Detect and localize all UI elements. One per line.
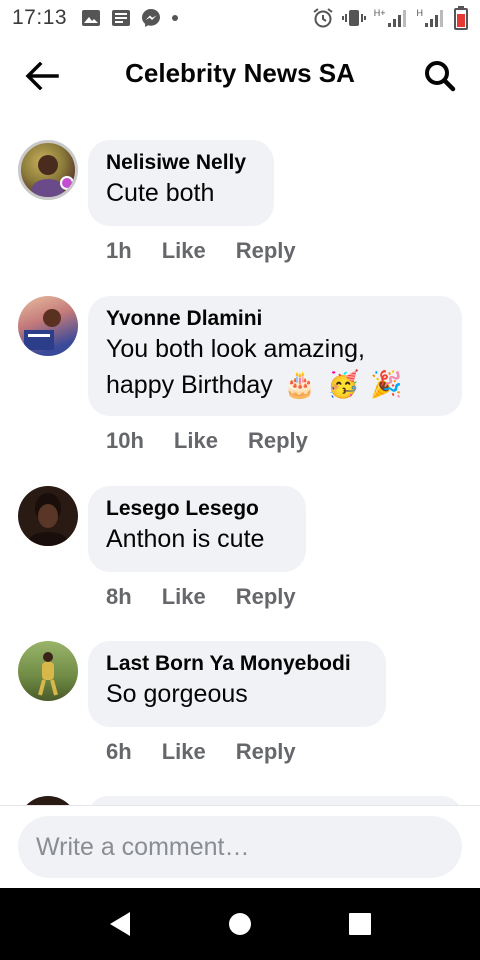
network-label-hplus: H+: [373, 8, 386, 18]
messenger-icon: [142, 9, 161, 27]
party-face-emoji: 🥳: [327, 369, 360, 399]
party-popper-emoji: 🎉: [370, 369, 403, 399]
dot-icon: [172, 15, 179, 21]
nav-recents-icon: [349, 913, 371, 935]
comment-text-line-2: happy Birthday 🎂 🥳 🎉: [106, 367, 444, 403]
alarm-icon: [313, 8, 333, 28]
like-button[interactable]: Like: [162, 238, 206, 264]
comment-time: 6h: [106, 739, 132, 764]
comment-meta: 6h Like Reply: [106, 739, 326, 765]
comment-author[interactable]: Nelisiwe Nelly: [106, 150, 256, 176]
reply-button[interactable]: Reply: [236, 584, 296, 610]
network-label-h: H: [416, 8, 424, 18]
comment-author[interactable]: Yvonne Dlamini: [106, 306, 444, 332]
comment-bubble[interactable]: Lesego Lesego Anthon is cute: [88, 486, 306, 572]
nav-home-icon: [229, 913, 251, 935]
comment-time: 8h: [106, 584, 132, 609]
battery-low-icon: [454, 6, 468, 30]
comment-input[interactable]: [18, 816, 462, 878]
news-icon: [112, 10, 131, 26]
page-title: Celebrity News SA: [125, 58, 355, 88]
comment-text: Cute both: [106, 179, 215, 207]
comments-list[interactable]: Nelisiwe Nelly Cute both 1h Like Reply Y…: [0, 116, 480, 806]
comment-text: Anthon is cute: [106, 525, 265, 553]
status-bar: 17:13 H+ H: [0, 0, 480, 36]
like-button[interactable]: Like: [162, 584, 206, 610]
comment-meta: 10h Like Reply: [106, 428, 338, 454]
reply-button[interactable]: Reply: [248, 428, 308, 454]
comment-time: 1h: [106, 238, 132, 263]
like-button[interactable]: Like: [174, 428, 218, 454]
comment-author[interactable]: Last Born Ya Monyebodi: [106, 651, 368, 677]
nav-recents-button[interactable]: [346, 910, 374, 938]
nav-back-button[interactable]: [106, 910, 134, 938]
comment-bubble[interactable]: Last Born Ya Monyebodi So gorgeous: [88, 641, 386, 727]
avatar[interactable]: [18, 140, 78, 200]
avatar[interactable]: [18, 296, 78, 356]
header: Celebrity News SA: [0, 36, 480, 116]
nav-back-icon: [110, 912, 130, 936]
comment-meta: 8h Like Reply: [106, 584, 326, 610]
search-button[interactable]: [422, 58, 458, 94]
comment-composer: [0, 806, 480, 888]
reply-button[interactable]: Reply: [236, 238, 296, 264]
vibrate-icon: [341, 10, 366, 26]
avatar-image: [38, 652, 58, 696]
search-icon: [425, 61, 456, 92]
avatar[interactable]: [18, 641, 78, 701]
avatar-image: [28, 493, 68, 546]
avatar[interactable]: [18, 486, 78, 546]
gallery-icon: [82, 10, 101, 26]
comment-meta: 1h Like Reply: [106, 238, 326, 264]
comment-text-line-1: You both look amazing,: [106, 335, 365, 363]
avatar-image: [24, 309, 61, 350]
status-time: 17:13: [12, 6, 68, 29]
reply-button[interactable]: Reply: [236, 739, 296, 765]
comment-bubble[interactable]: Yvonne Dlamini You both look amazing, ha…: [88, 296, 462, 416]
comment-text-line-2-words: happy Birthday: [106, 371, 273, 399]
like-button[interactable]: Like: [162, 739, 206, 765]
comment-time: 10h: [106, 428, 144, 453]
comment-bubble[interactable]: Nelisiwe Nelly Cute both: [88, 140, 274, 226]
nav-home-button[interactable]: [226, 910, 254, 938]
comment-author[interactable]: Lesego Lesego: [106, 496, 288, 522]
signal-h-plus-icon: H+: [374, 8, 409, 28]
cake-emoji: 🎂: [283, 369, 317, 399]
avatar-image: [32, 155, 74, 197]
comment-text: So gorgeous: [106, 680, 248, 708]
navigation-bar: [0, 888, 480, 960]
signal-h-icon: H: [417, 8, 447, 28]
